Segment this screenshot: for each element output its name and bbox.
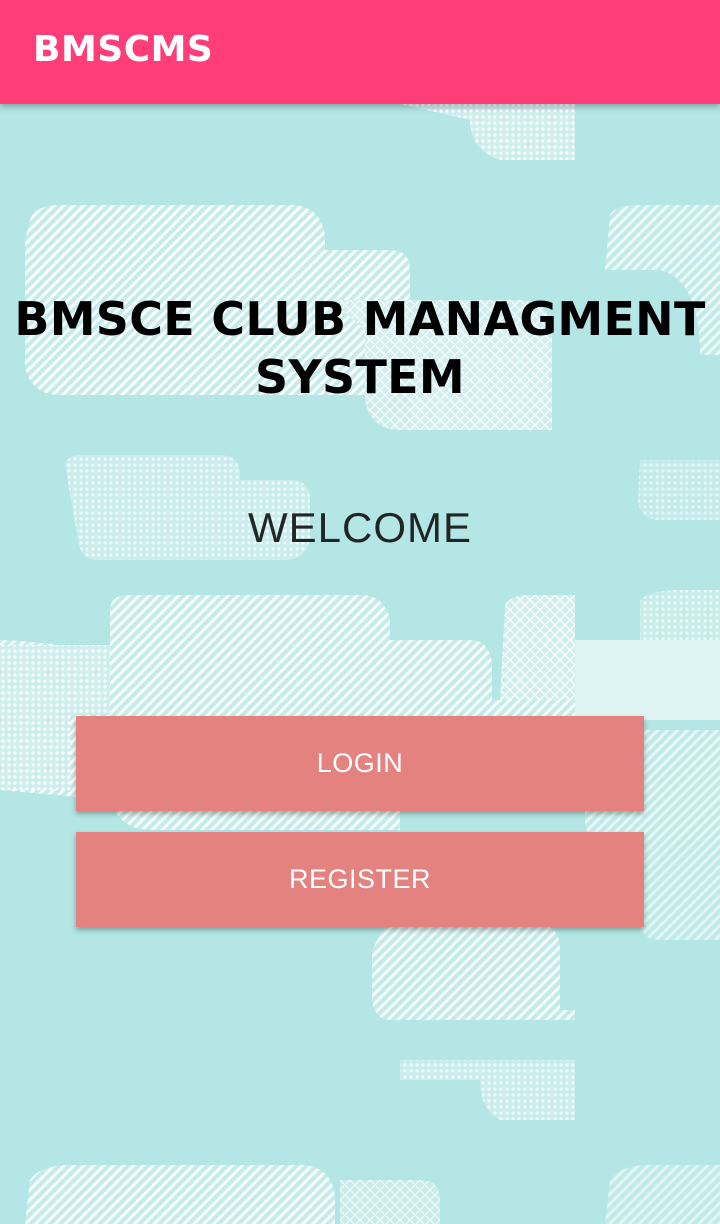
headline-line-1: BMSCE CLUB MANAGMENT xyxy=(14,292,706,346)
app-bar: BMSCMS xyxy=(0,0,720,104)
register-button-label: REGISTER xyxy=(288,864,432,894)
app-title: BMSCMS xyxy=(33,29,214,70)
headline-line-2: SYSTEM xyxy=(255,350,465,404)
register-button[interactable]: REGISTER xyxy=(76,832,644,927)
login-button-label: LOGIN xyxy=(316,748,404,778)
page-headline: BMSCE CLUB MANAGMENT SYSTEM xyxy=(0,290,720,406)
welcome-text: WELCOME xyxy=(247,504,472,551)
login-button[interactable]: LOGIN xyxy=(76,716,644,811)
main-content: BMSCE CLUB MANAGMENT SYSTEM WELCOME LOGI… xyxy=(0,104,720,1224)
